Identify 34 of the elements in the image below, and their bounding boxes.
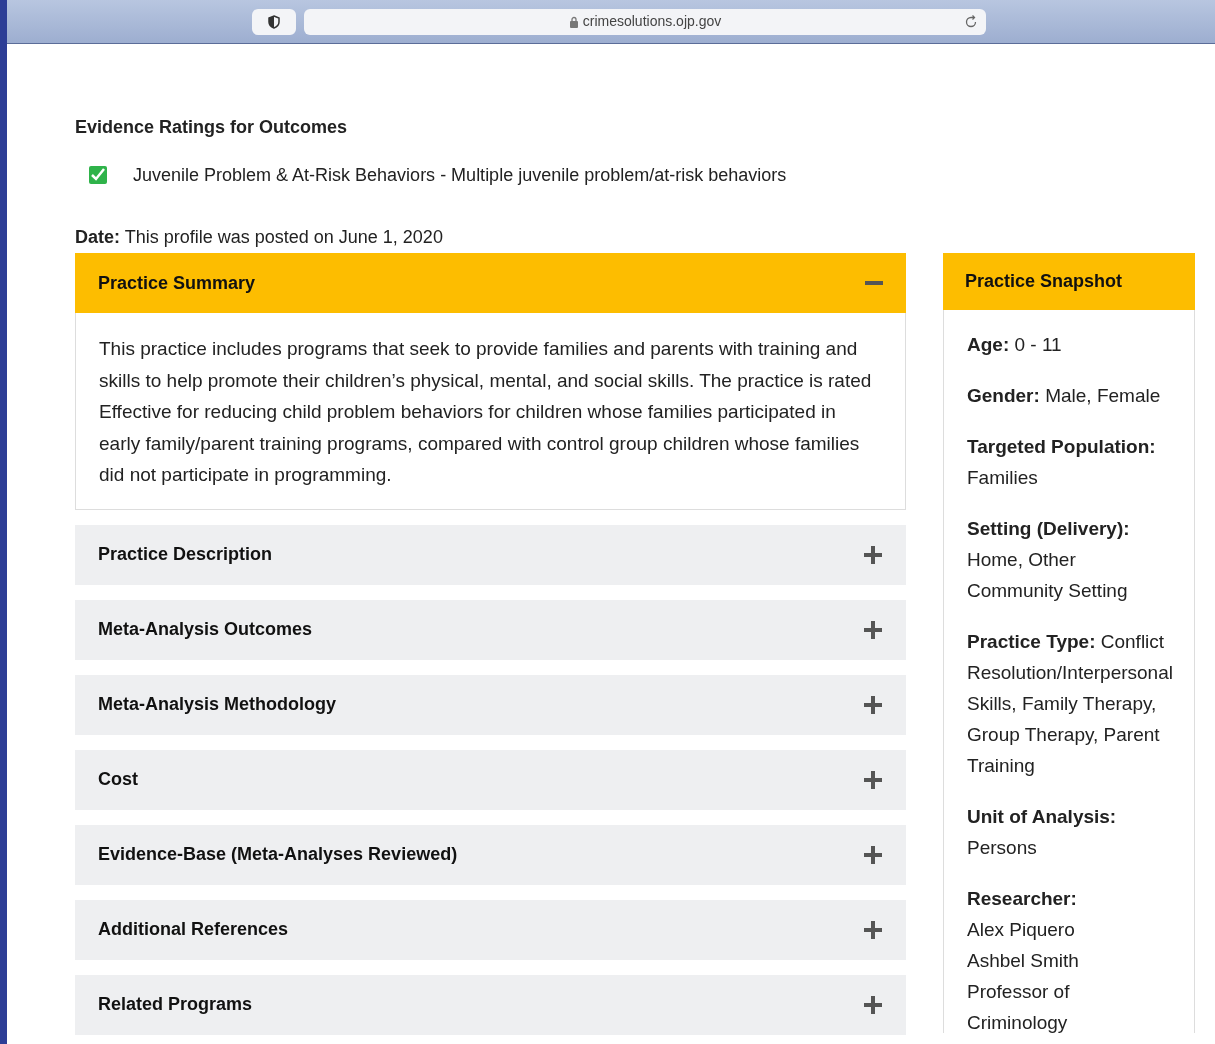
plus-icon	[863, 919, 883, 940]
summary-text: This practice includes programs that seek to provide families and parents with training and skills to help promote their children’s physical, mental, and social skills. The practice is rated Effective for reducing child problem behaviors for children whose families participated in early family/parent training programs, compared with control group children whose families did not participate in programming.	[99, 337, 873, 487]
plus-icon	[863, 769, 883, 790]
shield-icon	[268, 14, 280, 29]
snapshot-field: Gender: Male, Female	[967, 380, 1171, 411]
url-text: crimesolutions.ojp.gov	[582, 12, 722, 31]
outcome-text: Juvenile Problem & At-Risk Behaviors - Multiple juvenile problem/at-risk behaviors	[133, 164, 787, 187]
accordion-header[interactable]: Related Programs	[75, 974, 906, 1035]
plus-icon	[863, 694, 883, 715]
address-bar[interactable]: crimesolutions.ojp.gov	[304, 8, 986, 35]
date-text: Date: This profile was posted on June 1, 2020	[75, 226, 444, 249]
snapshot-header: Practice Snapshot	[943, 253, 1195, 310]
plus-icon	[863, 619, 883, 640]
accordion-header[interactable]: Practice Summary	[75, 253, 906, 313]
snapshot-field: Setting (Delivery): Home, Other Community Setting	[967, 513, 1171, 606]
plus-icon	[863, 994, 883, 1015]
shield-button[interactable]	[252, 8, 296, 35]
plus-icon	[863, 844, 883, 865]
accordion-header[interactable]: Meta-Analysis Outcomes	[75, 599, 906, 660]
minus-icon	[865, 281, 883, 285]
snapshot-field: Age: 0 - 11	[967, 329, 1171, 360]
snapshot-field: Unit of Analysis: Persons	[967, 801, 1171, 863]
accordion-header[interactable]: Meta-Analysis Methodology	[75, 674, 906, 735]
snapshot-field: Targeted Population: Families	[967, 431, 1171, 493]
accordion-header[interactable]: Cost	[75, 749, 906, 810]
section-heading: Evidence Ratings for Outcomes	[75, 116, 349, 139]
accordion-header[interactable]: Additional References	[75, 899, 906, 960]
accordion-header[interactable]: Practice Description	[75, 524, 906, 585]
plus-icon	[863, 544, 883, 565]
snapshot-field: Practice Type: Conflict Resolution/Interpersonal Skills, Family Therapy, Group Therapy, Parent Training	[967, 626, 1171, 781]
reload-icon[interactable]	[964, 14, 978, 29]
lock-icon	[568, 15, 579, 28]
accordion-header[interactable]: Evidence-Base (Meta-Analyses Reviewed)	[75, 824, 906, 885]
snapshot-field: Researcher: Alex Piquero Ashbel Smith Professor of Criminology	[967, 883, 1171, 1038]
